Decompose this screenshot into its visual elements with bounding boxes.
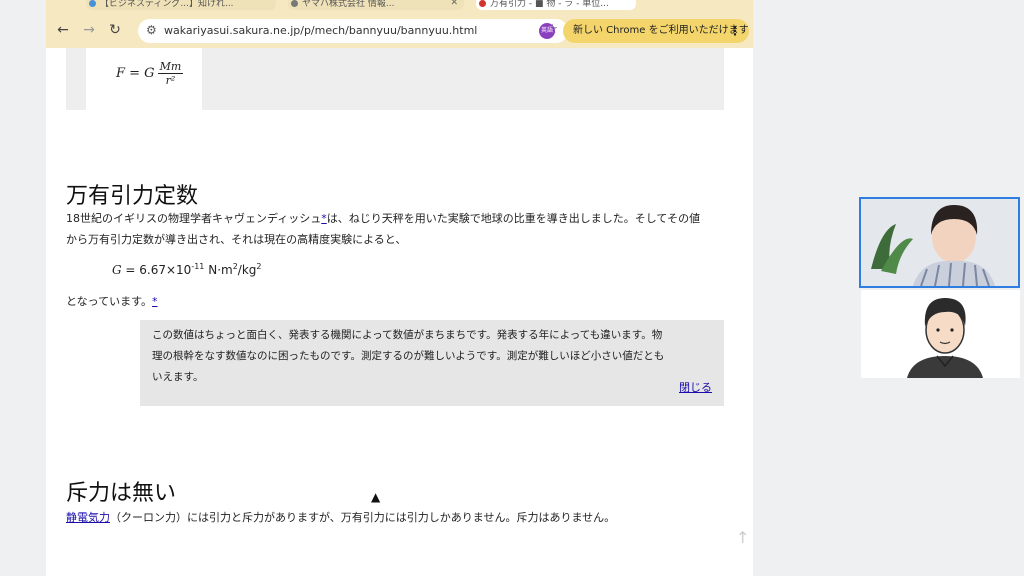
webcam-video-tile: [859, 197, 1020, 288]
paragraph-repulsion: 静電気力（クーロン力）には引力と斥力がありますが、万有引力には引力しかありません…: [66, 507, 615, 528]
note-line: いえます。: [152, 371, 204, 383]
mouse-cursor-icon: ▲: [371, 490, 381, 504]
tab-favicon-icon: [291, 0, 298, 7]
profile-avatar[interactable]: 英語: [539, 23, 555, 39]
note-line: 理の根幹をなす数値なのに困ったものです。測定するのが難しいようです。測定が難しい…: [152, 350, 665, 362]
g-unit-exponent: 2: [256, 262, 262, 271]
gravity-formula: F = G Mm r²: [116, 60, 184, 87]
g-equation: = 6.67×10: [121, 263, 192, 277]
paragraph-cavendish: 18世紀のイギリスの物理学者キャヴェンディッシュ*は、ねじり天秤を用いた実験で地…: [66, 208, 700, 250]
g-unit-mid: /kg: [237, 263, 257, 277]
section-heading-no-repulsion: 斥力は無い: [66, 481, 177, 506]
chrome-update-button[interactable]: 新しい Chrome をご利用いただけます ⋮: [563, 19, 749, 43]
paragraph-conclusion: となっています。*: [66, 291, 158, 312]
scroll-up-arrow-icon[interactable]: ↑: [736, 528, 749, 547]
tab-title: ヤマハ株式会社 情報...: [302, 0, 395, 9]
para-text: は、ねじり天秤を用いた実験で地球の比重を導き出しました。そしてその値: [326, 212, 701, 225]
address-bar[interactable]: ⚙ wakariyasui.sakura.ne.jp/p/mech/bannyu…: [138, 19, 568, 43]
site-settings-icon[interactable]: ⚙: [146, 23, 157, 37]
g-unit: N·m: [204, 263, 233, 277]
reload-icon[interactable]: ↻: [106, 22, 124, 38]
tab-2[interactable]: ヤマハ株式会社 情報... ✕: [288, 0, 464, 10]
page-content: F = G Mm r² 万有引力定数 18世紀のイギリスの物理学者キャヴェンディッシ…: [46, 48, 753, 576]
formula-fraction: Mm r²: [157, 60, 184, 87]
tab-favicon-icon: [479, 0, 486, 7]
forward-arrow-icon[interactable]: →: [80, 22, 98, 38]
browser-window: 【ビジネスディング...】知けれ... ヤマハ株式会社 情報... ✕ 万有引力…: [46, 0, 753, 576]
formula-denominator: r²: [165, 74, 176, 87]
g-variable: G: [112, 263, 122, 277]
more-menu-icon[interactable]: ⋮: [729, 19, 741, 43]
para-text: （クーロン力）には引力と斥力がありますが、万有引力には引力しかありません。斥力は…: [110, 511, 616, 524]
note-line: この数値はちょっと面白く、発表する機関によって数値がまちまちです。発表する年によ…: [152, 329, 663, 341]
formula-card: F = G Mm r²: [86, 48, 202, 112]
section-heading-gravitational-constant: 万有引力定数: [66, 184, 199, 209]
footnote-link[interactable]: *: [152, 295, 158, 308]
tab-title: 万有引力 - ■ 物 - ラ - 単位...: [490, 0, 609, 9]
tab-title: 【ビジネスディング...】知けれ...: [100, 0, 234, 9]
tab-strip: 【ビジネスディング...】知けれ... ヤマハ株式会社 情報... ✕ 万有引力…: [46, 0, 753, 14]
para-text: となっています。: [66, 295, 153, 308]
g-exponent: -11: [191, 262, 205, 271]
formula-lhs: F = G: [116, 66, 155, 81]
tab-1[interactable]: 【ビジネスディング...】知けれ...: [86, 0, 276, 10]
gravitational-constant-value: G = 6.67×10-11 N·m2/kg2: [112, 262, 262, 277]
browser-toolbar: ← → ↻ ⚙ wakariyasui.sakura.ne.jp/p/mech/…: [46, 14, 753, 48]
tab-3[interactable]: 万有引力 - ■ 物 - ラ - 単位...: [476, 0, 636, 10]
update-label: 新しい Chrome をご利用いただけます: [573, 25, 749, 36]
back-arrow-icon[interactable]: ←: [54, 22, 72, 38]
close-note-link[interactable]: 閉じる: [679, 377, 712, 398]
tab-favicon-icon: [89, 0, 96, 7]
footnote-box: この数値はちょっと面白く、発表する機関によって数値がまちまちです。発表する年によ…: [140, 320, 724, 406]
student-avatar-illustration: [861, 290, 1020, 378]
para-text: 18世紀のイギリスの物理学者キャヴェンディッシュ: [66, 212, 322, 225]
presenter-video-image: [861, 199, 1018, 286]
para-text: から万有引力定数が導き出され、それは現在の高精度実験によると、: [66, 233, 407, 246]
formula-numerator: Mm: [157, 60, 184, 74]
close-icon[interactable]: ✕: [450, 0, 458, 8]
url-text[interactable]: wakariyasui.sakura.ne.jp/p/mech/bannyuu/…: [164, 24, 477, 37]
electrostatic-force-link[interactable]: 静電気力: [66, 511, 110, 524]
avatar-video-tile: [861, 290, 1020, 378]
